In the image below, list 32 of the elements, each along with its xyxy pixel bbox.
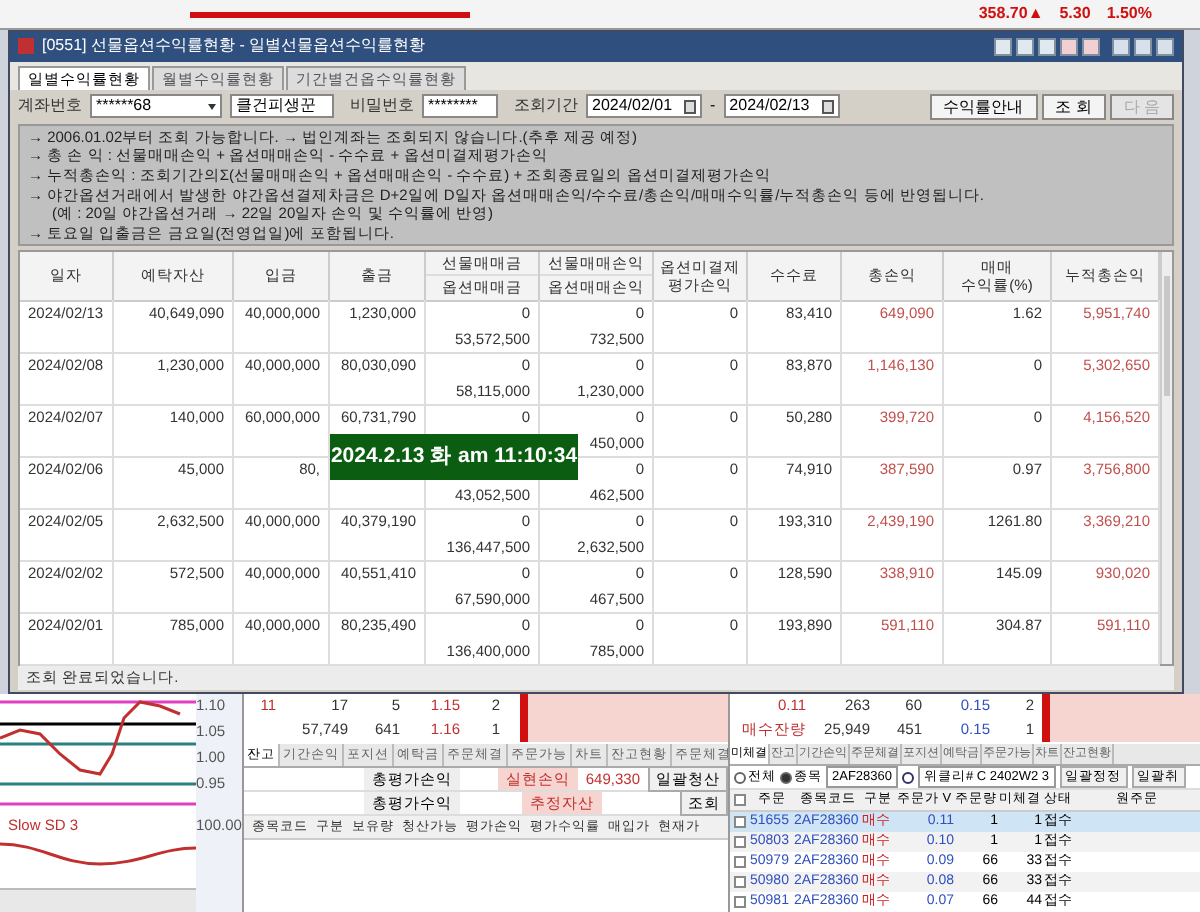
bar-marker	[520, 694, 528, 742]
checkbox[interactable]	[734, 856, 746, 869]
radio-button[interactable]	[780, 771, 792, 783]
checkbox[interactable]	[734, 876, 746, 889]
window-title: [0551] 선물옵션수익률현황 - 일별선물옵션수익률현황	[42, 34, 426, 59]
account-select[interactable]: ******68	[90, 94, 222, 119]
checkbox[interactable]	[734, 794, 746, 806]
checkbox[interactable]	[734, 836, 746, 849]
quote-value: 1.50%	[1106, 2, 1152, 26]
calendar-icon	[684, 99, 696, 114]
bar-marker	[1042, 694, 1050, 742]
field-label: 비밀번호	[350, 94, 414, 119]
date-field[interactable]: 2024/02/13	[723, 94, 840, 119]
password-field[interactable]: ********	[422, 94, 498, 119]
action-button[interactable]: 조 회	[1041, 93, 1106, 120]
field-label: 계좌번호	[18, 94, 82, 119]
time-overlay: 2024.2.13 화 am 11:10:34	[330, 434, 578, 480]
scroll-thumb[interactable]	[1164, 276, 1170, 396]
quote-value: 5.30	[1059, 2, 1091, 26]
scrollbar[interactable]	[1160, 252, 1172, 664]
field-label: 조회기간	[514, 94, 578, 119]
quote-value: 358.70▲	[978, 2, 1044, 26]
checkbox[interactable]	[734, 896, 746, 909]
date-field[interactable]: 2024/02/01	[586, 94, 702, 119]
range-separator: -	[710, 94, 716, 119]
account-name-field: 클건피생꾼	[230, 94, 334, 119]
checkbox[interactable]	[734, 816, 746, 829]
action-button[interactable]: 수익률안내	[929, 93, 1038, 120]
caret-icon	[208, 103, 216, 110]
app-icon	[18, 38, 34, 55]
calendar-icon	[821, 99, 834, 114]
radio-button[interactable]	[734, 771, 746, 783]
